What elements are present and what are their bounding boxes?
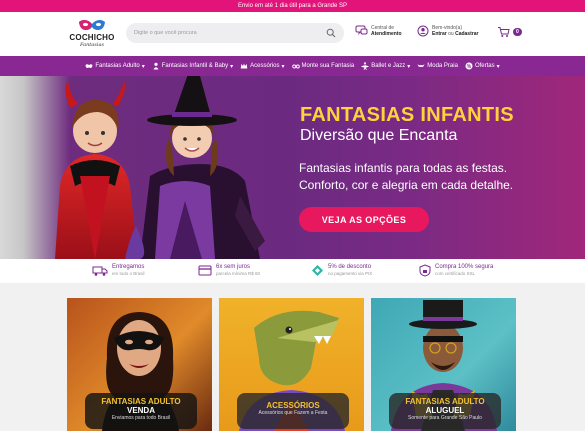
benefit-subtitle: em todo o Brasil (112, 271, 145, 276)
category-card-title2: ALUGUEL (425, 406, 465, 415)
category-card-title: FANTASIAS ADULTO (101, 397, 181, 406)
benefit-secure-purchase: Compra 100% segura com certificado SSL (419, 264, 493, 277)
nav-label: Fantasias Infantil & Baby (161, 63, 229, 69)
percent-icon: % (465, 62, 473, 70)
hero-title: FANTASIAS INFANTIS (300, 104, 514, 126)
crown-icon (240, 63, 248, 69)
baby-icon (153, 62, 159, 70)
nav-item-ballet-jazz[interactable]: Ballet e Jazz ▾ (361, 62, 410, 70)
category-card-subtitle: Enviamos para todo Brasil (111, 415, 171, 421)
category-card-label: FANTASIAS ADULTO ALUGUEL Somente para Gr… (389, 393, 501, 429)
category-card-title: ACESSÓRIOS (266, 401, 320, 410)
chevron-down-icon: ▾ (496, 63, 500, 70)
pix-icon (312, 265, 323, 276)
chat-icon (355, 25, 368, 35)
hero-banner[interactable]: ‹ FANTASIAS INFANTIS Diversão que Encant… (0, 76, 585, 259)
site-logo[interactable]: COCHICHO Fantasias (66, 16, 118, 54)
logo-subtitle: Fantasias (79, 42, 105, 48)
user-icon (417, 25, 429, 37)
shipping-announcement-text: Envio em até 1 dia útil para a Grande SP (237, 3, 348, 9)
benefit-subtitle: com certificado SSL (435, 271, 476, 276)
hero-description-line: Conforto, cor e alegria em cada detalhe. (299, 178, 514, 192)
search-icon[interactable] (326, 28, 336, 38)
category-card-adulto-aluguel[interactable]: FANTASIAS ADULTO ALUGUEL Somente para Gr… (371, 298, 516, 431)
benefit-installments: 6x sem juros parcela mínima R$ 60 (198, 264, 260, 277)
nav-item-ofertas[interactable]: % Ofertas ▾ (465, 62, 500, 70)
logo-name: COCHICHO (69, 33, 115, 42)
chevron-down-icon: ▾ (281, 63, 285, 70)
nav-item-monte-sua-fantasia[interactable]: Monte sua Fantasia (291, 62, 355, 70)
cart-count-badge: 0 (513, 28, 522, 36)
nav-label: Monte sua Fantasia (301, 63, 355, 69)
site-header: COCHICHO Fantasias Digite o que você pro… (0, 12, 585, 56)
hero-subtitle: Diversão que Encanta (300, 127, 458, 144)
carnival-mask-icon (79, 20, 105, 30)
chevron-down-icon: ▾ (407, 63, 411, 70)
benefit-title: 5% de desconto (328, 264, 372, 270)
cart-icon (498, 27, 510, 37)
chevron-down-icon: ▾ (141, 63, 145, 70)
hero-children-costume-image (55, 76, 265, 259)
benefit-title: Entregamos (112, 264, 145, 270)
nav-label: Fantasias Adulto (95, 63, 140, 69)
account-or-text: ou (446, 31, 456, 37)
nav-item-moda-praia[interactable]: Moda Praia (417, 62, 458, 70)
glasses-icon (291, 64, 300, 69)
benefit-subtitle: parcela mínima R$ 60 (216, 271, 261, 276)
nav-item-acessorios[interactable]: Acessórios ▾ (240, 62, 285, 70)
mask-icon (85, 64, 93, 68)
nav-label: Acessórios (250, 63, 280, 69)
hero-description: Fantasias infantis para todas as festas.… (299, 160, 549, 194)
category-card-subtitle: Somente para Grande São Paulo (408, 415, 482, 421)
category-card-label: FANTASIAS ADULTO VENDA Enviamos para tod… (85, 393, 197, 429)
see-options-button[interactable]: VEJA AS OPÇÕES (299, 207, 429, 232)
truck-icon (92, 266, 108, 276)
search-input[interactable]: Digite o que você procura (134, 30, 326, 36)
nav-label: Ofertas (474, 63, 495, 69)
svg-text:%: % (467, 64, 472, 70)
category-card-subtitle: Acessórios que Fazem a Festa (258, 410, 328, 416)
benefit-pix-discount: 5% de desconto no pagamento via PIX (311, 264, 372, 277)
main-navigation: Fantasias Adulto ▾ Fantasias Infantil & B… (0, 56, 585, 76)
category-card-acessorios[interactable]: ACESSÓRIOS Acessórios que Fazem a Festa (219, 298, 364, 431)
nav-item-fantasias-adulto[interactable]: Fantasias Adulto ▾ (85, 62, 145, 70)
benefit-shipping: Entregamos em todo o Brasil (92, 264, 145, 277)
ballet-icon (361, 62, 370, 70)
carousel-prev-arrow[interactable]: ‹ (0, 118, 14, 188)
card-icon (198, 265, 212, 276)
category-cards-section: FANTASIAS ADULTO VENDA Enviamos para tod… (0, 283, 585, 431)
benefit-title: Compra 100% segura (435, 264, 494, 270)
login-link[interactable]: Entrar (432, 31, 447, 37)
service-label-bold: Atendimento (371, 31, 402, 37)
benefit-subtitle: no pagamento via PIX (328, 271, 373, 276)
bikini-icon (417, 64, 425, 67)
benefits-bar: Entregamos em todo o Brasil 6x sem juros p… (0, 259, 585, 283)
cart-button[interactable]: 0 (497, 26, 522, 38)
customer-service-link[interactable]: Central de Atendimento (355, 25, 402, 37)
nav-label: Moda Praia (427, 63, 458, 69)
hero-description-line: Fantasias infantis para todas as festas. (299, 161, 508, 175)
search-bar: Digite o que você procura (126, 23, 344, 43)
category-card-title: FANTASIAS ADULTO (405, 397, 485, 406)
chevron-down-icon: ▾ (230, 63, 234, 70)
register-link[interactable]: Cadastrar (455, 31, 478, 37)
category-card-adulto-venda[interactable]: FANTASIAS ADULTO VENDA Enviamos para tod… (67, 298, 212, 431)
nav-label: Ballet e Jazz (371, 63, 406, 69)
shipping-announcement-bar: Envio em até 1 dia útil para a Grande SP (0, 0, 585, 12)
account-link[interactable]: Bem-vindo(a) Entrar ou Cadastrar (417, 25, 478, 37)
category-card-label: ACESSÓRIOS Acessórios que Fazem a Festa (237, 393, 349, 429)
lock-icon (419, 264, 431, 277)
benefit-title: 6x sem juros (216, 264, 251, 270)
category-card-title2: VENDA (126, 406, 155, 415)
nav-item-fantasias-infantil[interactable]: Fantasias Infantil & Baby ▾ (152, 62, 233, 70)
